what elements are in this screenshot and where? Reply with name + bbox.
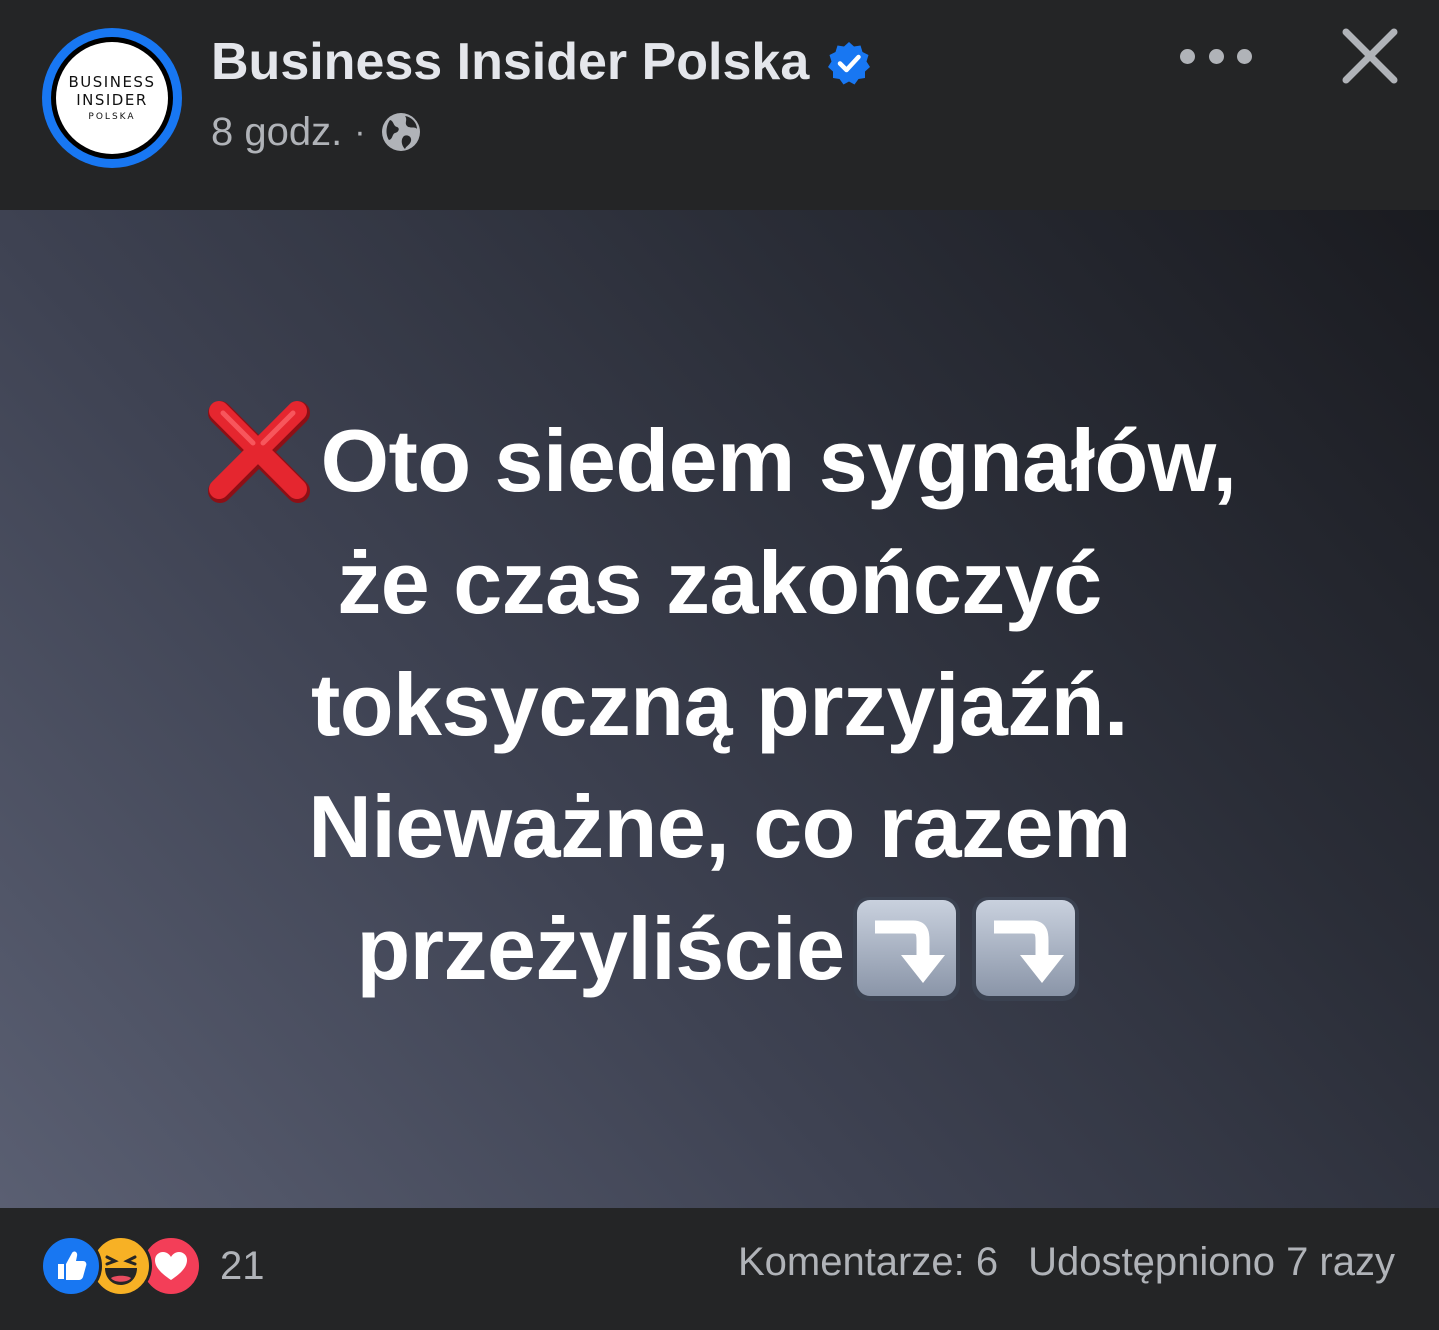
post-line: Oto siedem sygnałów,: [0, 395, 1439, 522]
shares-count-link[interactable]: Udostępniono 7 razy: [1028, 1240, 1395, 1285]
reactions-summary[interactable]: 21: [40, 1235, 265, 1297]
post-line-3: toksyczną przyjaźń.: [310, 655, 1129, 754]
cross-mark-icon: [207, 401, 310, 503]
post-image-text: Oto siedem sygnałów, że czas zakończyć t…: [0, 395, 1439, 1010]
avatar-ring: BUSINESS INSIDER POLSKA: [51, 37, 173, 159]
page-name-link[interactable]: Business Insider Polska: [211, 32, 809, 92]
close-icon[interactable]: [1338, 24, 1402, 88]
dot-icon: [1208, 48, 1224, 64]
like-icon: [40, 1235, 102, 1297]
business-insider-logo: BUSINESS INSIDER POLSKA: [56, 42, 168, 154]
comments-count-link[interactable]: Komentarze: 6: [738, 1240, 998, 1285]
verified-badge-icon: [828, 42, 870, 85]
more-options-button[interactable]: [1180, 36, 1252, 76]
dot-icon: [1237, 48, 1252, 64]
logo-line-2: INSIDER: [76, 90, 148, 109]
logo-line-3: POLSKA: [88, 111, 136, 122]
post-header: BUSINESS INSIDER POLSKA Business Insider…: [0, 0, 1439, 210]
arrow-right-curving-down-icon: [971, 897, 1079, 1001]
post-line-1: Oto siedem sygnałów,: [320, 411, 1237, 510]
dot-icon: [1180, 48, 1195, 64]
post-line-5: przeżyliście: [356, 899, 845, 998]
post-timestamp[interactable]: 8 godz.: [211, 110, 342, 155]
post-meta: 8 godz. ·: [211, 108, 422, 156]
post-stats: Komentarze: 6 Udostępniono 7 razy: [738, 1240, 1395, 1285]
arrow-right-curving-down-icon: [852, 897, 960, 1001]
post-line-2: że czas zakończyć: [337, 533, 1102, 632]
page-avatar[interactable]: BUSINESS INSIDER POLSKA: [42, 28, 182, 168]
globe-icon[interactable]: [380, 111, 422, 153]
post-line-4: Nieważne, co razem: [308, 777, 1131, 876]
reaction-count[interactable]: 21: [220, 1244, 265, 1289]
logo-line-1: BUSINESS: [68, 72, 156, 91]
post-line: przeżyliście: [0, 888, 1439, 1010]
meta-separator: ·: [354, 112, 366, 151]
